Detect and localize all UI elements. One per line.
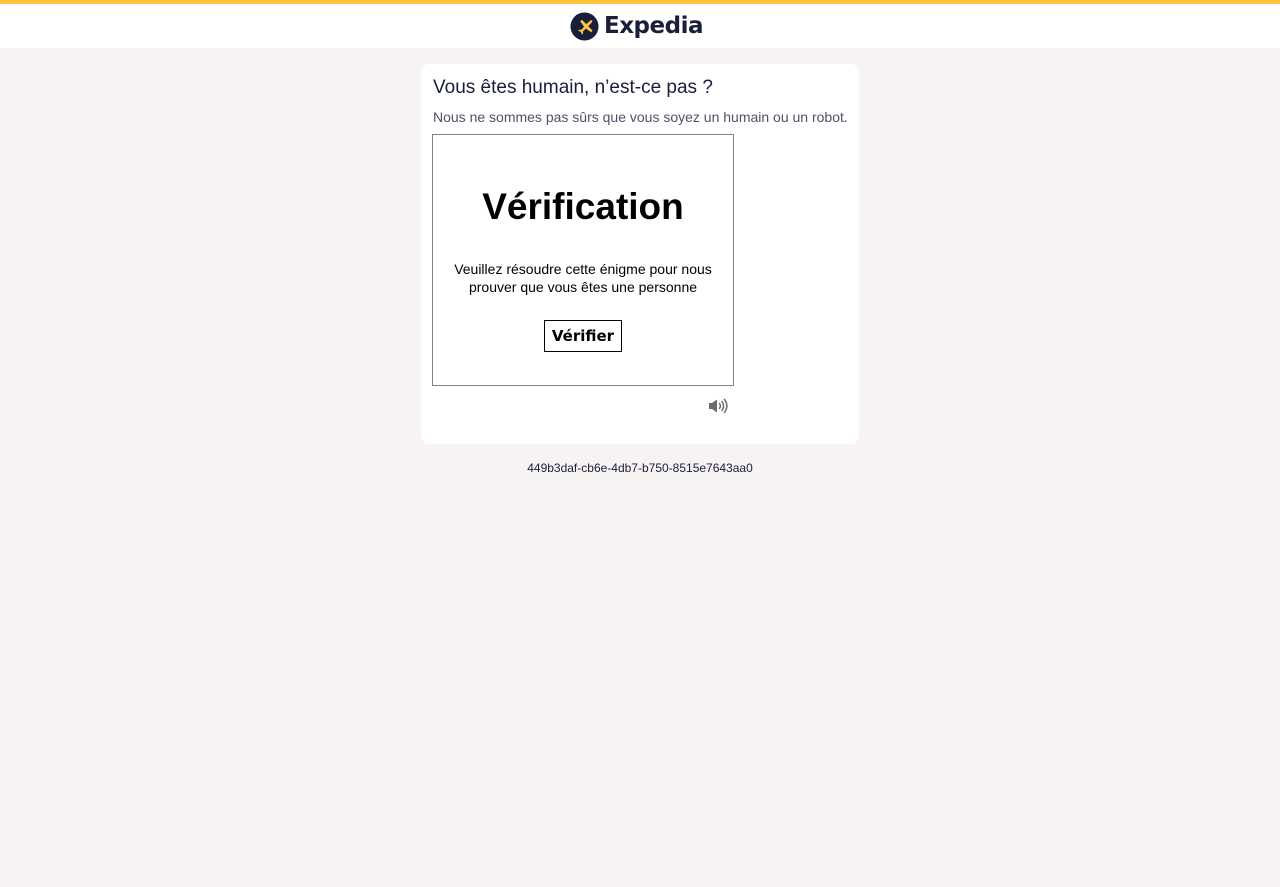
page-title: Vous êtes humain, n’est-ce pas ? bbox=[433, 77, 713, 98]
challenge-instructions: Veuillez résoudre cette énigme pour nous… bbox=[454, 261, 712, 295]
captcha-challenge-frame: Vérification Veuillez résoudre cette éni… bbox=[432, 134, 734, 386]
verify-button[interactable]: Vérifier bbox=[544, 320, 622, 352]
expedia-logo[interactable]: Expedia bbox=[570, 11, 703, 41]
logo-wordmark: Expedia bbox=[604, 13, 703, 39]
challenge-heading: Vérification bbox=[482, 186, 684, 227]
speaker-icon bbox=[709, 398, 728, 414]
site-header: Expedia bbox=[0, 4, 1280, 48]
expedia-plane-icon bbox=[570, 11, 599, 41]
captcha-card: Vous êtes humain, n’est-ce pas ? Nous ne… bbox=[421, 64, 859, 444]
page-subtitle: Nous ne sommes pas sûrs que vous soyez u… bbox=[433, 109, 848, 125]
audio-challenge-button[interactable] bbox=[708, 398, 730, 414]
reference-id: 449b3daf-cb6e-4db7-b750-8515e7643aa0 bbox=[527, 461, 753, 475]
